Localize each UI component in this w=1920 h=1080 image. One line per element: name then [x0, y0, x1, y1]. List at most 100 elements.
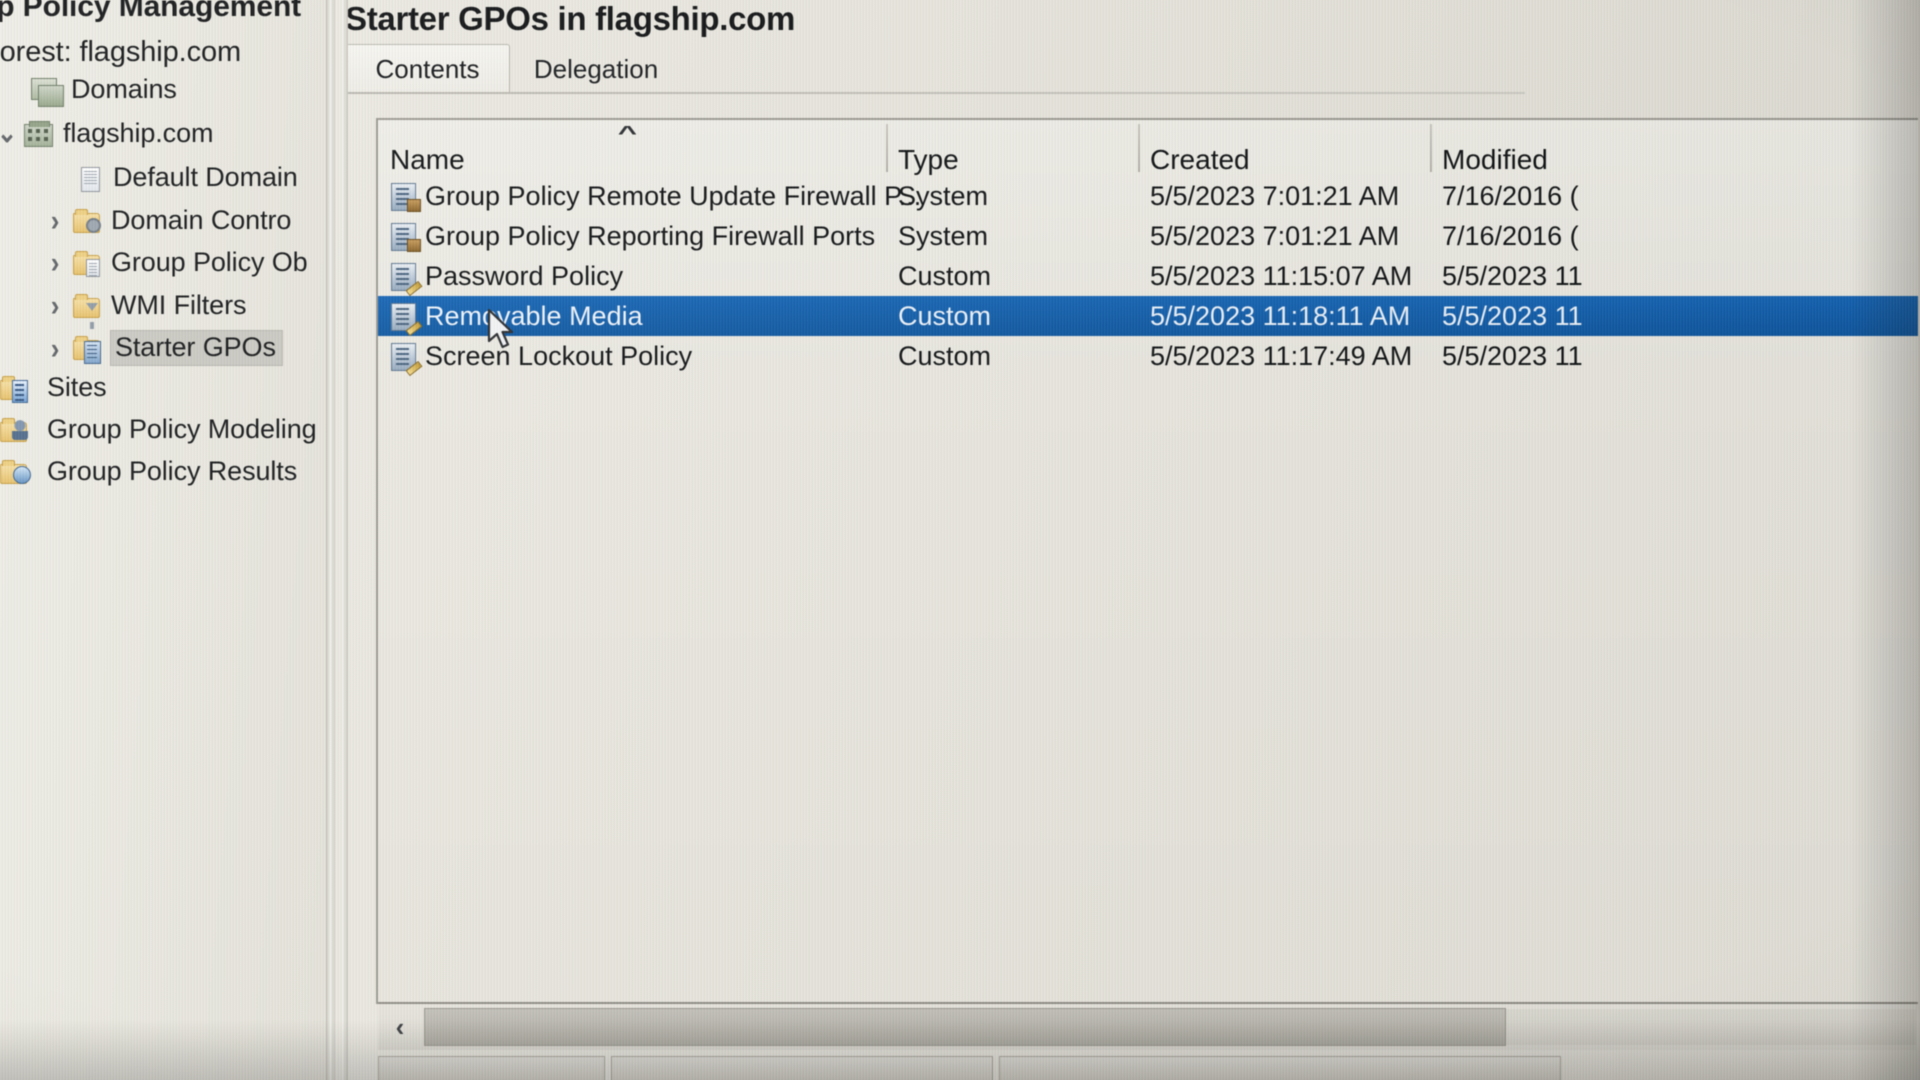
column-divider[interactable]: [1430, 124, 1432, 172]
table-row-selected[interactable]: Removable Media Custom 5/5/2023 11:18:11…: [378, 296, 1918, 337]
scroll-left-arrow-icon[interactable]: ‹: [378, 1005, 422, 1049]
chevron-right-icon[interactable]: ›: [40, 203, 70, 239]
scrollbar-thumb[interactable]: [424, 1008, 1506, 1046]
row-name-text: Screen Lockout Policy: [425, 340, 693, 371]
sidebar-item-wmi-filters[interactable]: › WMI Filters: [40, 288, 248, 329]
sidebar-item-label: Domain Contro: [111, 205, 292, 235]
status-bar: [378, 1056, 1920, 1080]
table-row[interactable]: Group Policy Remote Update Firewall P...…: [378, 176, 1918, 216]
cell-created: 5/5/2023 7:01:21 AM: [1150, 220, 1400, 251]
forest-root-node[interactable]: Forest: flagship.com: [0, 36, 243, 69]
sidebar-item-flagship-com[interactable]: ⌄ flagship.com: [0, 118, 215, 149]
sidebar-item-starter-gpos[interactable]: › Starter GPOs: [40, 330, 282, 366]
tabstrip-baseline: [345, 92, 1525, 94]
mouse-cursor-icon: [487, 308, 514, 349]
console-title: up Policy Management: [0, 0, 303, 24]
column-header-name[interactable]: Name: [390, 120, 465, 182]
pane-splitter[interactable]: [326, 0, 335, 1080]
forest-root-label: Forest: flagship.com: [0, 36, 242, 68]
cell-name: Password Policy: [388, 260, 624, 297]
chevron-right-icon[interactable]: ›: [40, 245, 70, 281]
sites-icon: [0, 373, 40, 403]
sidebar-item-label: Group Policy Modeling: [47, 414, 317, 444]
column-header-type[interactable]: Type: [898, 120, 959, 182]
details-pane-edge: [342, 0, 348, 1080]
tab-delegation[interactable]: Delegation: [492, 48, 700, 90]
sidebar-item-domains[interactable]: Domains: [0, 74, 179, 107]
chevron-right-icon[interactable]: ›: [40, 288, 70, 324]
cell-name: Group Policy Remote Update Firewall P...: [388, 181, 921, 212]
gpo-link-icon: [72, 163, 106, 193]
cell-modified: 5/5/2023 11: [1442, 260, 1583, 291]
sidebar-item-default-domain[interactable]: Default Domain: [72, 162, 300, 193]
sidebar-item-domain-controllers[interactable]: › Domain Contro: [40, 203, 293, 239]
sidebar-item-group-policy-objects[interactable]: › Group Policy Ob: [40, 245, 310, 281]
starter-gpo-folder-icon: [70, 333, 104, 364]
starter-gpo-custom-icon: [388, 261, 423, 297]
scrollbar-track[interactable]: [1506, 1009, 1916, 1045]
table-row[interactable]: Password Policy Custom 5/5/2023 11:15:07…: [378, 256, 1918, 297]
table-header-row[interactable]: ^ Name Type Created Modified: [378, 120, 1918, 176]
screen-photo: up Policy Management Forest: flagship.co…: [0, 0, 1920, 1080]
row-name-text: Group Policy Reporting Firewall Ports: [425, 220, 876, 251]
cell-created: 5/5/2023 11:15:07 AM: [1150, 260, 1413, 291]
sidebar-item-label: Starter GPOs: [111, 331, 282, 365]
gpo-folder-icon: [70, 248, 104, 278]
sidebar-item-label: Sites: [47, 372, 107, 402]
sidebar-item-label: Domains: [71, 74, 177, 104]
row-name-text: Password Policy: [425, 260, 624, 291]
cell-modified: 7/16/2016 (: [1442, 180, 1579, 211]
gp-modeling-icon: [0, 415, 40, 445]
page-title: Starter GPOs in flagship.com: [345, 0, 796, 37]
tab-label: Contents: [375, 53, 480, 84]
sidebar-item-label: flagship.com: [63, 118, 214, 148]
row-name-text: Removable Media: [425, 300, 643, 331]
sidebar-item-label: Group Policy Results: [47, 456, 298, 486]
table-row[interactable]: Group Policy Reporting Firewall Ports Sy…: [378, 216, 1918, 256]
chevron-right-icon[interactable]: ›: [40, 330, 70, 366]
status-cell: [378, 1056, 605, 1080]
domain-icon: [22, 119, 56, 149]
column-divider[interactable]: [886, 124, 888, 172]
domains-stack-icon: [30, 75, 64, 107]
sidebar-item-label: Default Domain: [113, 162, 298, 192]
cell-modified: 5/5/2023 11: [1442, 340, 1583, 371]
column-header-created[interactable]: Created: [1150, 120, 1250, 182]
sidebar-item-group-policy-results[interactable]: Group Policy Results: [0, 456, 299, 487]
cell-created: 5/5/2023 11:18:11 AM: [1150, 300, 1411, 331]
console-title-label: up Policy Management: [0, 0, 302, 23]
sidebar-item-group-policy-modeling[interactable]: Group Policy Modeling: [0, 414, 319, 445]
cell-type: System: [898, 220, 989, 251]
wmi-filter-folder-icon: [70, 291, 104, 329]
navigation-tree-pane[interactable]: up Policy Management Forest: flagship.co…: [0, 0, 336, 1080]
starter-gpo-custom-icon: [388, 341, 423, 377]
cell-type: Custom: [898, 340, 992, 371]
sidebar-item-label: Group Policy Ob: [111, 247, 308, 277]
starter-gpo-system-icon: [388, 221, 421, 252]
table-row[interactable]: Screen Lockout Policy Custom 5/5/2023 11…: [378, 336, 1918, 377]
sidebar-item-label: WMI Filters: [111, 290, 247, 320]
cell-modified: 7/16/2016 (: [1442, 220, 1579, 251]
column-header-modified[interactable]: Modified: [1442, 120, 1548, 182]
horizontal-scrollbar[interactable]: ‹: [378, 1002, 1916, 1050]
cell-type: Custom: [898, 300, 992, 331]
starter-gpo-custom-icon: [388, 301, 423, 337]
starter-gpo-list[interactable]: ^ Name Type Created Modified Group Polic…: [376, 118, 1918, 1004]
row-name-text: Group Policy Remote Update Firewall P...: [425, 180, 922, 211]
chevron-down-icon[interactable]: ⌄: [0, 117, 22, 150]
cell-created: 5/5/2023 11:17:49 AM: [1150, 340, 1413, 371]
cell-modified: 5/5/2023 11: [1442, 300, 1583, 331]
cell-created: 5/5/2023 7:01:21 AM: [1150, 180, 1400, 211]
cell-name: Group Policy Reporting Firewall Ports: [388, 221, 875, 252]
cell-type: System: [898, 180, 989, 211]
status-cell: [999, 1056, 1561, 1080]
starter-gpo-system-icon: [388, 181, 421, 212]
tab-contents[interactable]: Contents: [345, 44, 510, 93]
ou-folder-icon: [70, 206, 104, 236]
status-cell: [611, 1056, 993, 1080]
sidebar-item-sites[interactable]: Sites: [0, 372, 109, 403]
column-divider[interactable]: [1138, 124, 1140, 172]
sort-ascending-icon[interactable]: ^: [618, 121, 637, 144]
cell-name: Screen Lockout Policy: [388, 340, 693, 377]
cell-type: Custom: [898, 260, 992, 291]
